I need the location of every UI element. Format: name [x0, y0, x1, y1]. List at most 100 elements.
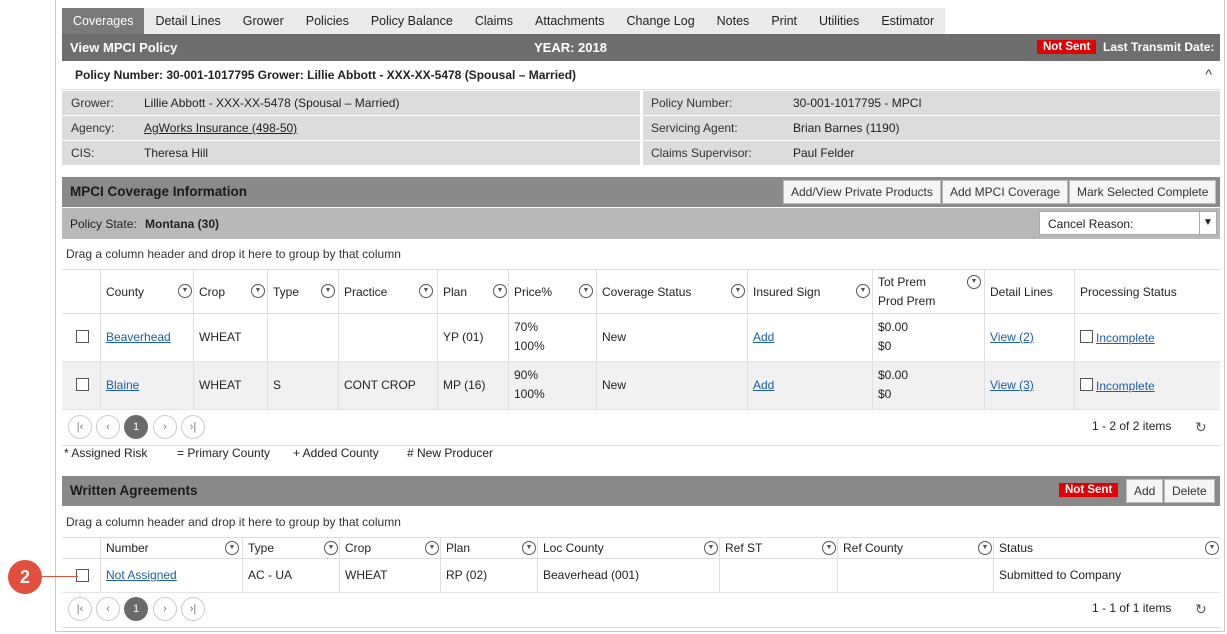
filter-icon[interactable]: ▼	[522, 541, 536, 555]
tab-utilities[interactable]: Utilities	[808, 8, 870, 34]
col-number[interactable]: Number ▼	[100, 538, 242, 558]
col-tot-prem[interactable]: Tot Prem Prod Prem ▼	[872, 270, 984, 313]
info-cell: Servicing Agent: Brian Barnes (1190)	[643, 116, 1220, 140]
prev-page-icon[interactable]: ‹	[96, 415, 120, 439]
filter-icon[interactable]: ▼	[978, 541, 992, 555]
last-page-icon[interactable]: ›|	[181, 415, 205, 439]
next-page-icon[interactable]: ›	[153, 597, 177, 621]
mark-selected-complete-button[interactable]: Mark Selected Complete	[1069, 180, 1217, 204]
servicing-agent-value: Brian Barnes (1190)	[793, 121, 900, 135]
col-county[interactable]: County ▼	[100, 270, 193, 313]
detail-lines-link[interactable]: View (2)	[990, 328, 1034, 347]
coverage-status-cell: New	[602, 330, 627, 344]
legend-item: * Assigned Risk	[64, 446, 148, 460]
status-badge: Not Sent	[1059, 483, 1119, 497]
col-ref-st[interactable]: Ref ST ▼	[719, 538, 837, 558]
group-drop-zone[interactable]: Drag a column header and drop it here to…	[62, 507, 1220, 538]
county-link[interactable]: Blaine	[106, 376, 139, 395]
col-crop[interactable]: Crop ▼	[339, 538, 440, 558]
filter-icon[interactable]: ▼	[856, 284, 870, 298]
incomplete-link[interactable]: Incomplete	[1096, 377, 1155, 396]
filter-icon[interactable]: ▼	[321, 284, 335, 298]
page-number[interactable]: 1	[124, 597, 148, 621]
col-status[interactable]: Status ▼	[993, 538, 1220, 558]
first-page-icon[interactable]: |‹	[68, 597, 92, 621]
filter-icon[interactable]: ▼	[324, 541, 338, 555]
tab-policy-balance[interactable]: Policy Balance	[360, 8, 464, 34]
tab-grower[interactable]: Grower	[232, 8, 295, 34]
agreement-number-link[interactable]: Not Assigned	[106, 566, 177, 585]
row-checkbox[interactable]	[76, 378, 89, 391]
tab-estimator[interactable]: Estimator	[870, 8, 945, 34]
cancel-reason-label: Cancel Reason:	[1048, 217, 1134, 231]
filter-icon[interactable]: ▼	[493, 284, 507, 298]
col-type[interactable]: Type ▼	[267, 270, 338, 313]
prev-page-icon[interactable]: ‹	[96, 597, 120, 621]
page-number[interactable]: 1	[124, 415, 148, 439]
tab-print[interactable]: Print	[760, 8, 808, 34]
detail-lines-link[interactable]: View (3)	[990, 376, 1034, 395]
add-view-private-products-button[interactable]: Add/View Private Products	[783, 180, 941, 204]
filter-icon[interactable]: ▼	[822, 541, 836, 555]
tab-policies[interactable]: Policies	[295, 8, 360, 34]
first-page-icon[interactable]: |‹	[68, 415, 92, 439]
col-ref-county[interactable]: Ref County ▼	[837, 538, 993, 558]
next-page-icon[interactable]: ›	[153, 415, 177, 439]
policy-summary-header[interactable]: Policy Number: 30-001-1017795 Grower: Li…	[62, 61, 1220, 90]
coverage-section-title: MPCI Coverage Information	[70, 184, 248, 199]
filter-icon[interactable]: ▼	[419, 284, 433, 298]
insured-sign-add-link[interactable]: Add	[753, 328, 774, 347]
refresh-icon[interactable]: ↻	[1195, 419, 1207, 436]
col-practice[interactable]: Practice ▼	[338, 270, 437, 313]
chevron-up-icon[interactable]: ^	[1205, 66, 1212, 82]
col-coverage-status[interactable]: Coverage Status ▼	[596, 270, 747, 313]
county-link[interactable]: Beaverhead	[106, 328, 171, 347]
row-checkbox[interactable]	[76, 330, 89, 343]
filter-icon[interactable]: ▼	[425, 541, 439, 555]
col-processing-status[interactable]: Processing Status	[1074, 270, 1206, 313]
col-plan[interactable]: Plan ▼	[440, 538, 537, 558]
col-crop[interactable]: Crop ▼	[193, 270, 267, 313]
filter-icon[interactable]: ▼	[579, 284, 593, 298]
table-row[interactable]: Beaverhead WHEAT YP (01) 70% 100% New Add…	[62, 314, 1220, 362]
status-cell: Submitted to Company	[999, 568, 1122, 582]
tab-claims[interactable]: Claims	[464, 8, 524, 34]
filter-icon[interactable]: ▼	[967, 275, 981, 289]
add-agreement-button[interactable]: Add	[1126, 479, 1164, 503]
policy-info: Grower: Lillie Abbott - XXX-XX-5478 (Spo…	[62, 91, 1220, 166]
filter-icon[interactable]: ▼	[178, 284, 192, 298]
col-price[interactable]: Price% ▼	[508, 270, 596, 313]
group-drop-zone[interactable]: Drag a column header and drop it here to…	[62, 239, 1220, 270]
grower-label: Grower:	[71, 96, 114, 110]
cancel-reason-select[interactable]: Cancel Reason: ▼	[1039, 211, 1217, 235]
table-row[interactable]: Not Assigned AC - UA WHEAT RP (02) Beave…	[62, 559, 1220, 593]
add-mpci-coverage-button[interactable]: Add MPCI Coverage	[942, 180, 1069, 204]
col-type[interactable]: Type ▼	[242, 538, 339, 558]
processing-checkbox[interactable]	[1080, 330, 1093, 343]
tab-detail-lines[interactable]: Detail Lines	[144, 8, 231, 34]
tab-attachments[interactable]: Attachments	[524, 8, 615, 34]
agency-link[interactable]: AgWorks Insurance (498-50)	[144, 121, 297, 135]
refresh-icon[interactable]: ↻	[1195, 601, 1207, 618]
filter-icon[interactable]: ▼	[225, 541, 239, 555]
filter-icon[interactable]: ▼	[731, 284, 745, 298]
delete-agreement-button[interactable]: Delete	[1164, 479, 1215, 503]
last-page-icon[interactable]: ›|	[181, 597, 205, 621]
tab-coverages[interactable]: Coverages	[62, 8, 145, 34]
col-insured-sign[interactable]: Insured Sign ▼	[747, 270, 872, 313]
col-detail-lines[interactable]: Detail Lines	[984, 270, 1074, 313]
tab-change-log[interactable]: Change Log	[616, 8, 706, 34]
filter-icon[interactable]: ▼	[251, 284, 265, 298]
col-loc-county[interactable]: Loc County ▼	[537, 538, 719, 558]
filter-icon[interactable]: ▼	[704, 541, 718, 555]
plan-cell: MP (16)	[443, 378, 486, 392]
incomplete-link[interactable]: Incomplete	[1096, 329, 1155, 348]
grid-header: County ▼ Crop ▼ Type ▼ Practice ▼ Plan ▼ Pric…	[62, 270, 1220, 314]
tab-notes[interactable]: Notes	[706, 8, 761, 34]
insured-sign-add-link[interactable]: Add	[753, 376, 774, 395]
col-plan[interactable]: Plan ▼	[437, 270, 508, 313]
processing-checkbox[interactable]	[1080, 378, 1093, 391]
filter-icon[interactable]: ▼	[1205, 541, 1219, 555]
claims-supervisor-label: Claims Supervisor:	[651, 146, 752, 160]
table-row[interactable]: Blaine WHEAT S CONT CROP MP (16) 90% 100%…	[62, 362, 1220, 410]
